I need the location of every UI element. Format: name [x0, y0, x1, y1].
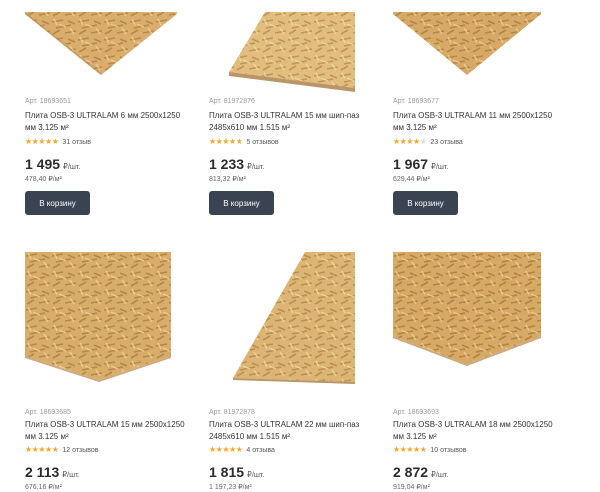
price: 1 495 ₽/шт.: [25, 156, 81, 172]
rating-stars-icon: ★★★★★: [393, 445, 427, 454]
price-per-sqm: 676,16 ₽/м²: [25, 484, 62, 491]
price-per-sqm: 813,32 ₽/м²: [209, 176, 246, 183]
price-value: 2 872: [393, 464, 429, 480]
rating[interactable]: ★★★★★ 10 отзывов: [393, 445, 467, 455]
price: 2 872 ₽/шт.: [393, 464, 449, 480]
article-number: Арт. 18693677: [393, 98, 439, 105]
price-per-sqm: 919,04 ₽/м²: [393, 484, 430, 491]
price: 2 113 ₽/шт.: [25, 464, 80, 480]
reviews-link[interactable]: 23 отзыва: [430, 139, 462, 146]
reviews-link[interactable]: 10 отзывов: [430, 447, 466, 454]
product-title[interactable]: Плита OSB-3 ULTRALAM 15 мм шип-паз 2485x…: [209, 110, 369, 134]
rating[interactable]: ★★★★★ 4 отзыва: [209, 445, 275, 455]
article-number: Арт. 18693685: [25, 409, 71, 416]
osb-board-icon: [393, 252, 541, 366]
osb-board-icon: [393, 12, 541, 75]
osb-board-icon: [233, 252, 355, 384]
price-value: 1 495: [25, 156, 61, 172]
product-image[interactable]: [25, 252, 177, 382]
price-value: 1 815: [209, 464, 245, 480]
product-title[interactable]: Плита OSB-3 ULTRALAM 18 мм 2500x1250 мм …: [393, 419, 553, 443]
price-unit: ₽/шт.: [431, 470, 449, 479]
price-value: 1 967: [393, 156, 429, 172]
product-image[interactable]: [393, 0, 545, 75]
article-number: Арт. 18693651: [25, 98, 71, 105]
rating-stars-icon: ★★★★★: [25, 137, 59, 146]
product-image[interactable]: [209, 252, 361, 384]
price: 1 815 ₽/шт.: [209, 464, 265, 480]
rating[interactable]: ★★★★★ 31 отзыв: [25, 137, 91, 147]
reviews-link[interactable]: 4 отзыва: [246, 447, 275, 454]
rating-stars-icon: ★★★★★: [25, 445, 59, 454]
product-title[interactable]: Плита OSB-3 ULTRALAM 11 мм 2500x1250 мм …: [393, 110, 553, 134]
product-image[interactable]: [25, 0, 177, 75]
product-title[interactable]: Плита OSB-3 ULTRALAM 22 мм шип-паз 2485x…: [209, 419, 369, 443]
reviews-link[interactable]: 12 отзывов: [62, 447, 98, 454]
osb-board-icon: [229, 12, 355, 92]
product-image[interactable]: [209, 0, 361, 92]
price-unit: ₽/шт.: [431, 162, 449, 171]
osb-board-icon: [25, 12, 177, 75]
product-image[interactable]: [393, 252, 545, 367]
article-number: Арт. 18693693: [393, 409, 439, 416]
rating-stars-icon: ★★★★★: [209, 137, 243, 146]
article-number: Арт. 81972876: [209, 98, 255, 105]
reviews-link[interactable]: 5 отзывов: [246, 139, 278, 146]
add-to-cart-button[interactable]: В корзину: [25, 191, 90, 215]
price: 1 233 ₽/шт.: [209, 156, 265, 172]
price-unit: ₽/шт.: [62, 470, 80, 479]
price-value: 2 113: [25, 464, 60, 480]
article-number: Арт. 81972878: [209, 409, 255, 416]
price-value: 1 233: [209, 156, 245, 172]
add-to-cart-button[interactable]: В корзину: [209, 191, 274, 215]
rating-stars-icon: ★★★★★: [209, 445, 243, 454]
product-title[interactable]: Плита OSB-3 ULTRALAM 6 мм 2500x1250 мм 3…: [25, 110, 185, 134]
price-per-sqm: 1 197,23 ₽/м²: [209, 484, 252, 491]
price-unit: ₽/шт.: [247, 470, 265, 479]
rating[interactable]: ★★★★★ 5 отзывов: [209, 137, 279, 147]
price-per-sqm: 478,40 ₽/м²: [25, 176, 62, 183]
rating-stars-icon: ★★★★★: [393, 137, 427, 146]
add-to-cart-button[interactable]: В корзину: [393, 191, 458, 215]
price-unit: ₽/шт.: [63, 162, 81, 171]
rating[interactable]: ★★★★★ 23 отзыва: [393, 137, 463, 147]
reviews-link[interactable]: 31 отзыв: [62, 139, 91, 146]
price-unit: ₽/шт.: [247, 162, 265, 171]
rating[interactable]: ★★★★★ 12 отзывов: [25, 445, 99, 455]
product-title[interactable]: Плита OSB-3 ULTRALAM 15 мм 2500x1250 мм …: [25, 419, 185, 443]
price-per-sqm: 629,44 ₽/м²: [393, 176, 430, 183]
price: 1 967 ₽/шт.: [393, 156, 449, 172]
osb-board-icon: [25, 252, 171, 382]
